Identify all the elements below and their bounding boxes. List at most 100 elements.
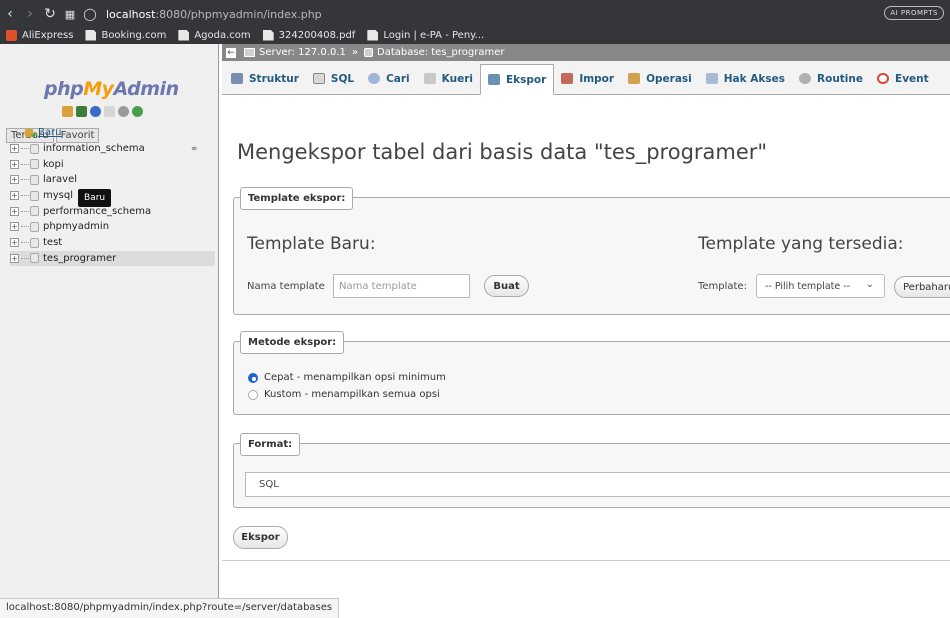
aliexpress-icon (6, 29, 17, 41)
bookmarks-bar: AliExpress Booking.com Agoda.com 3242004… (0, 26, 950, 44)
settings-icon[interactable] (118, 106, 129, 117)
database-icon (30, 159, 39, 170)
expand-icon[interactable]: + (10, 206, 19, 216)
ai-prompts-button[interactable]: AI PROMPTS (884, 6, 944, 20)
database-name[interactable]: laravel (43, 174, 77, 185)
refresh-template-button[interactable]: Perbaharui (894, 276, 950, 298)
expand-icon[interactable]: + (10, 222, 19, 232)
tab-hak-akses[interactable]: Hak Akses (699, 63, 792, 94)
bookmark-epa[interactable]: Login | e-PA - Peny... (367, 29, 484, 41)
export-method-section: Metode ekspor: Cepat - menampilkan opsi … (233, 331, 950, 415)
expand-icon[interactable]: + (10, 175, 19, 185)
server-icon (244, 48, 255, 57)
export-button[interactable]: Ekspor (233, 526, 288, 549)
template-select-label: Template: (698, 281, 747, 292)
expand-icon[interactable]: + (10, 159, 19, 169)
tree-branch (21, 210, 29, 212)
tab-routine[interactable]: Routine (792, 63, 870, 94)
site-info-icon[interactable]: ◯ (80, 4, 100, 24)
radio-option-quick[interactable]: Cepat - menampilkan opsi minimum (248, 372, 446, 383)
database-icon (30, 221, 39, 232)
expand-icon[interactable]: + (10, 144, 19, 154)
tab-operasi[interactable]: Operasi (621, 63, 699, 94)
url-host: localhost (106, 7, 156, 21)
tab-impor[interactable]: Impor (554, 63, 621, 94)
radio-quick-label[interactable]: Cepat - menampilkan opsi minimum (264, 372, 446, 383)
query-icon (423, 73, 436, 84)
new-database-link[interactable]: Baru (38, 127, 61, 138)
tree-item-database[interactable]: + kopi (10, 156, 215, 172)
tree-branch (21, 195, 29, 197)
forward-icon[interactable]: › (20, 4, 40, 24)
database-name[interactable]: mysql (43, 190, 73, 201)
expand-icon[interactable]: + (10, 238, 19, 248)
tree-branch (21, 242, 29, 244)
format-select[interactable]: SQL (245, 472, 950, 497)
radio-custom-label[interactable]: Kustom - menampilkan semua opsi (264, 389, 440, 400)
sql-docs-icon[interactable] (104, 106, 115, 117)
database-name[interactable]: phpmyadmin (43, 221, 109, 232)
tree-item-database[interactable]: + phpmyadmin (10, 219, 215, 235)
tree-item-new[interactable]: Baru (10, 125, 215, 141)
wrench-icon (628, 73, 641, 84)
tab-cari[interactable]: Cari (361, 63, 417, 94)
database-icon (30, 174, 39, 185)
home-icon[interactable] (62, 106, 73, 117)
tree-item-database-selected[interactable]: + tes_programer (10, 250, 215, 267)
radio-option-custom[interactable]: Kustom - menampilkan semua opsi (248, 389, 440, 400)
database-name[interactable]: tes_programer (43, 253, 116, 264)
expand-icon[interactable]: + (10, 253, 19, 263)
tree-branch (16, 132, 24, 134)
template-select[interactable]: -- Pilih template -- ⌄ (756, 274, 885, 298)
database-name[interactable]: information_schema (43, 143, 145, 154)
tree-branch (21, 226, 29, 228)
divider (222, 560, 950, 561)
format-legend: Format: (240, 433, 301, 456)
database-name[interactable]: performance_schema (43, 206, 151, 217)
tree-branch (21, 163, 29, 165)
tab-event[interactable]: Event (870, 63, 936, 94)
docs-icon[interactable] (90, 106, 101, 117)
back-icon[interactable]: ‹ (0, 4, 20, 24)
database-icon (30, 190, 39, 201)
create-template-button[interactable]: Buat (484, 275, 529, 297)
tab-ekspor[interactable]: Ekspor (479, 64, 555, 95)
phpmyadmin-logo[interactable]: phpMyAdmin (44, 78, 179, 100)
routine-icon (799, 73, 812, 84)
logout-icon[interactable] (76, 106, 87, 117)
structure-icon (231, 73, 243, 84)
top-menu: Struktur SQL Cari Kueri Ekspor Impor Ope… (222, 61, 950, 95)
tab-kueri[interactable]: Kueri (417, 63, 480, 94)
database-tree: Baru +information_schema +kopi +laravel … (10, 125, 215, 267)
collapse-nav-icon[interactable]: ← (226, 47, 236, 58)
radio-quick[interactable] (248, 372, 258, 383)
bookmark-pdf[interactable]: 324200408.pdf (262, 29, 355, 41)
reload-icon[interactable]: ↻ (40, 4, 60, 24)
export-method-legend: Metode ekspor: (240, 331, 345, 354)
tree-item-database[interactable]: + information_schema (10, 141, 215, 157)
reload-nav-icon[interactable] (132, 106, 143, 117)
radio-custom[interactable] (248, 389, 258, 400)
database-name[interactable]: kopi (43, 159, 64, 170)
breadcrumb-separator: » (351, 47, 358, 58)
tree-item-database[interactable]: + performance_schema (10, 203, 215, 219)
bookmark-agoda[interactable]: Agoda.com (178, 29, 251, 41)
tab-sql[interactable]: SQL (306, 63, 361, 94)
bookmark-booking[interactable]: Booking.com (85, 29, 166, 41)
breadcrumb-server[interactable]: Server: 127.0.0.1 (259, 47, 346, 58)
tree-item-database[interactable]: + laravel (10, 172, 215, 188)
apps-grid-icon[interactable]: ▦ (60, 4, 80, 24)
tree-branch (21, 257, 29, 259)
tab-struktur[interactable]: Struktur (224, 63, 306, 94)
address-bar[interactable]: localhost:8080/phpmyadmin/index.php (106, 8, 322, 21)
bookmark-aliexpress[interactable]: AliExpress (6, 29, 73, 41)
tree-item-database[interactable]: + mysql (10, 188, 215, 204)
tree-item-database[interactable]: + test (10, 235, 215, 251)
template-name-input[interactable]: Nama template (333, 274, 470, 298)
breadcrumb-database[interactable]: Database: tes_programer (377, 47, 505, 58)
database-name[interactable]: test (43, 237, 62, 248)
database-icon (30, 206, 39, 217)
database-icon (30, 237, 39, 248)
expand-icon[interactable]: + (10, 191, 19, 201)
url-path: :8080/phpmyadmin/index.php (155, 7, 322, 21)
